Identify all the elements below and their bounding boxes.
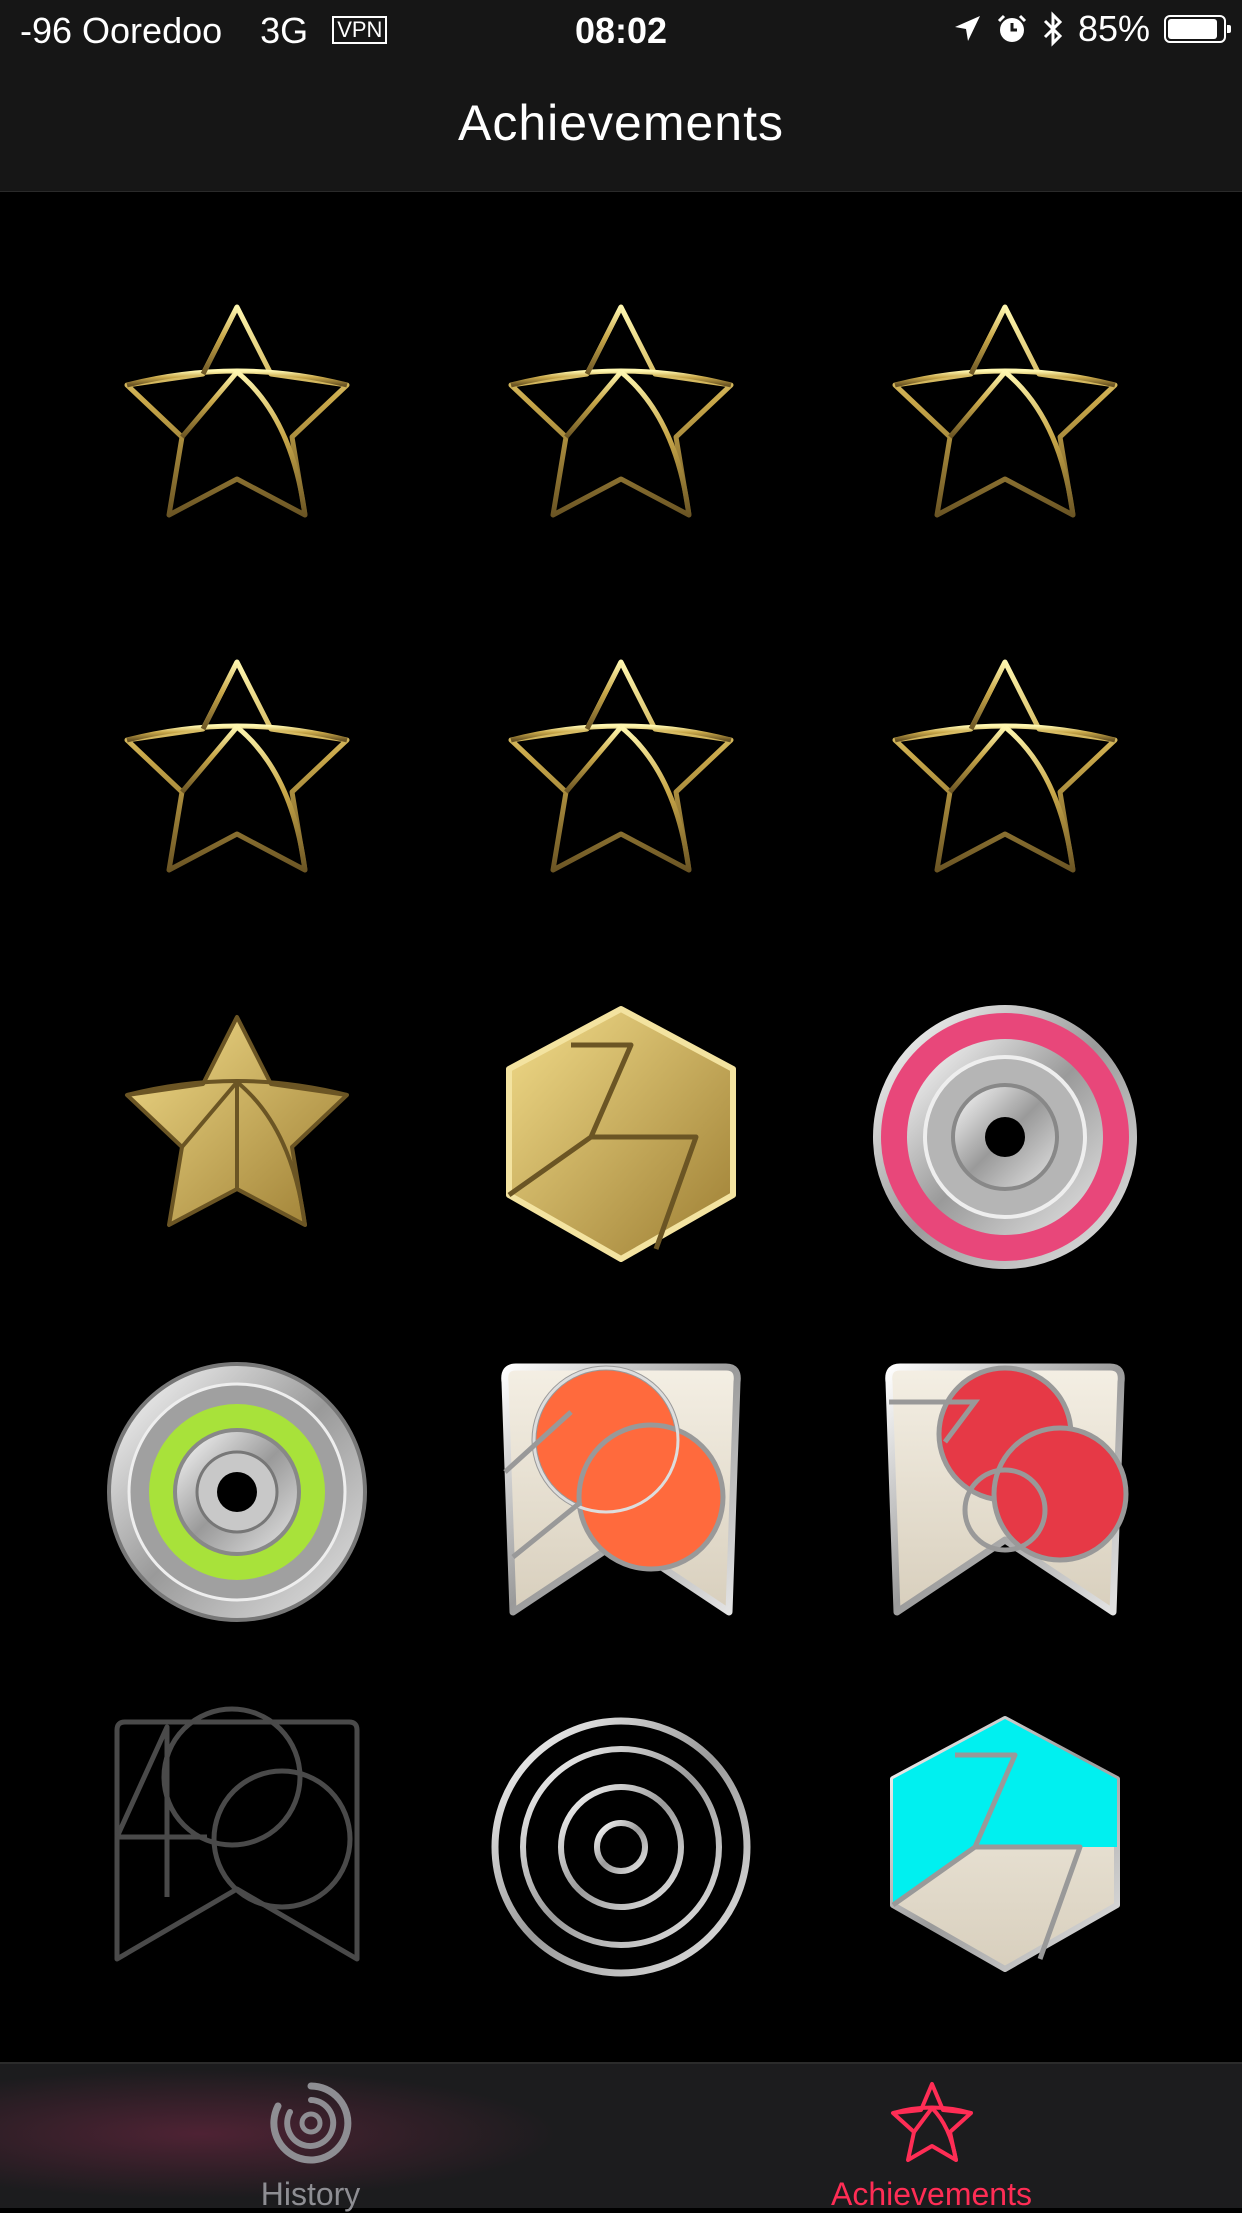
page-title: Achievements: [457, 95, 785, 151]
achievements-star-icon: [890, 2082, 973, 2162]
battery-percent: 85%: [1077, 8, 1150, 49]
battery-icon: [1164, 15, 1231, 43]
tab-achievements[interactable]: Achievements: [621, 2064, 1242, 2212]
location-arrow-icon: [954, 16, 980, 41]
status-bar: -96 Ooredoo 3G VPN 08:02 85%: [0, 0, 1242, 64]
badge-gold-star-outline[interactable]: [855, 277, 1155, 577]
badge-green-ring-disc[interactable]: [87, 1342, 387, 1642]
badge-locked-ring-outline[interactable]: [471, 1697, 771, 1997]
badge-gold-star-outline[interactable]: [471, 632, 771, 932]
tab-bar: History Achievements: [0, 2062, 1242, 2212]
alarm-clock-icon: [997, 14, 1026, 42]
achievements-grid[interactable]: [0, 192, 1242, 2062]
badge-gold-hexagon[interactable]: [471, 987, 771, 1287]
badge-gold-star-outline[interactable]: [87, 277, 387, 577]
badge-orange-circles-shield[interactable]: [471, 1342, 771, 1642]
badge-gold-star-outline[interactable]: [471, 277, 771, 577]
tab-history[interactable]: History: [0, 2064, 621, 2212]
badge-cyan-hexagon[interactable]: [855, 1697, 1155, 1997]
bluetooth-icon: [1043, 11, 1063, 47]
tab-achievements-label: Achievements: [831, 2176, 1032, 2212]
badge-gold-star-outline[interactable]: [855, 632, 1155, 932]
badge-gold-star-filled[interactable]: [87, 987, 387, 1287]
badge-locked-square-outline[interactable]: [87, 1697, 387, 1997]
status-right: 85%: [952, 8, 1231, 50]
tab-history-label: History: [260, 2176, 361, 2212]
badge-red-circles-shield[interactable]: [855, 1342, 1155, 1642]
badge-pink-ring-disc[interactable]: [855, 987, 1155, 1287]
history-rings-icon: [269, 2082, 351, 2164]
badge-gold-star-outline[interactable]: [87, 632, 387, 932]
navigation-bar: Achievements: [0, 64, 1242, 192]
